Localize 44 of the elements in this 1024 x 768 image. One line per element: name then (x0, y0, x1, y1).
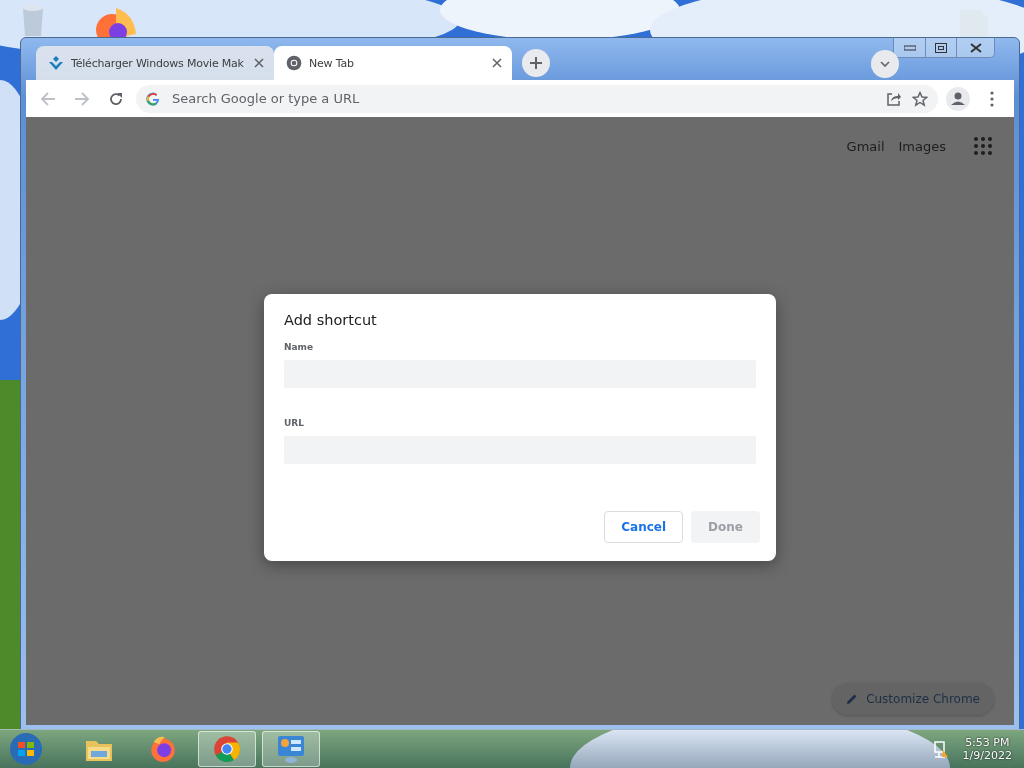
windows-orb-icon (9, 732, 43, 766)
chevron-down-icon (880, 61, 890, 67)
tab-title: Télécharger Windows Movie Mak (71, 56, 245, 70)
close-icon[interactable] (254, 58, 264, 68)
minimize-icon (903, 44, 916, 51)
network-icon[interactable] (932, 740, 949, 758)
maximize-icon (935, 42, 947, 53)
more-vertical-icon (990, 90, 994, 107)
address-bar[interactable]: Search Google or type a URL (136, 84, 938, 113)
clock-time: 5:53 PM (965, 736, 1010, 749)
header-link[interactable]: Gmail (846, 138, 885, 154)
diamond-logo-icon (48, 55, 64, 71)
tab-title: New Tab (309, 56, 355, 70)
share-icon[interactable] (886, 90, 902, 107)
close-icon (969, 42, 982, 53)
apps-grid-icon[interactable] (974, 137, 992, 155)
plus-icon (529, 56, 543, 70)
clock-date: 1/9/2022 (962, 749, 1012, 762)
new-tab-button[interactable] (522, 49, 550, 77)
firefox-icon (149, 735, 177, 763)
dialog-title: Add shortcut (284, 312, 378, 328)
forward-arrow-icon (74, 91, 90, 106)
header-link[interactable]: Images (898, 138, 946, 154)
taskbar-app[interactable] (262, 731, 320, 767)
profile-button[interactable] (944, 84, 972, 113)
close-icon[interactable] (492, 58, 502, 68)
star-icon[interactable] (912, 90, 928, 107)
dialog-button[interactable]: Cancel (604, 511, 684, 543)
customize-chrome-button[interactable]: Customize Chrome (832, 683, 994, 715)
person-icon (946, 86, 970, 111)
field-label: URL (284, 418, 304, 428)
tab-search-button[interactable] (871, 50, 899, 78)
back-arrow-icon (40, 91, 56, 106)
taskbar-app[interactable] (198, 731, 256, 767)
chrome-icon (213, 735, 241, 763)
google-g-icon (146, 91, 160, 106)
reload-icon (108, 90, 124, 107)
pencil-icon (846, 693, 859, 705)
browser-tab[interactable]: New Tab (274, 46, 512, 80)
browser-tab[interactable]: Télécharger Windows Movie Mak (36, 46, 274, 80)
field-label: Name (284, 342, 314, 352)
trash-bin-icon (20, 4, 46, 36)
control-panel-icon (276, 734, 306, 764)
chrome-icon (286, 55, 302, 71)
